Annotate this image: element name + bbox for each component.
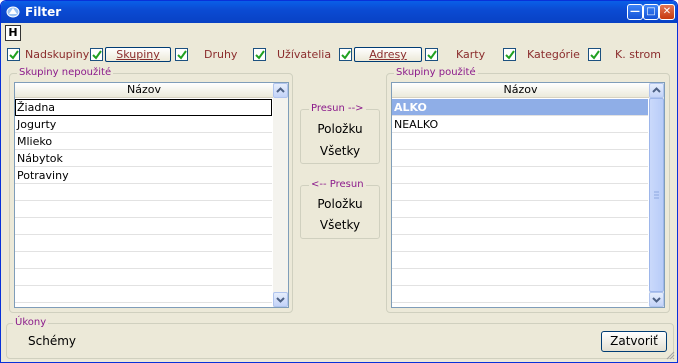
label-k-strom: K. strom <box>615 48 661 61</box>
label-uzivatelia: Užívatelia <box>277 48 332 61</box>
empty-row <box>15 184 272 201</box>
list-item[interactable]: Mlieko <box>15 133 272 150</box>
scroll-up-button[interactable] <box>649 83 664 98</box>
empty-row <box>392 133 648 150</box>
empty-row <box>392 269 648 286</box>
check-icon <box>590 50 600 60</box>
used-groups-list[interactable]: Názov ALKO NEALKO <box>391 82 665 308</box>
close-button[interactable]: Zatvoriť <box>601 331 667 352</box>
chevron-up-icon <box>652 87 661 93</box>
close-window-button[interactable]: ✕ <box>659 4 675 20</box>
used-groups-legend: Skupiny použité <box>394 67 478 78</box>
empty-row <box>15 218 272 235</box>
list-item[interactable]: Potraviny <box>15 167 272 184</box>
empty-row <box>15 201 272 218</box>
empty-row <box>15 269 272 286</box>
unused-groups-legend: Skupiny nepoužité <box>17 67 114 78</box>
scroll-down-button[interactable] <box>273 292 288 307</box>
chevron-down-icon <box>652 297 661 303</box>
empty-row <box>15 252 272 269</box>
list-item[interactable]: ALKO <box>392 99 648 116</box>
checkbox-karty[interactable] <box>425 48 438 61</box>
app-icon <box>6 6 20 18</box>
empty-row <box>15 286 272 303</box>
scroll-up-button[interactable] <box>273 83 288 98</box>
scroll-down-button[interactable] <box>649 292 664 307</box>
move-item-left-button[interactable]: Položku <box>306 197 374 211</box>
checkbox-adresy[interactable] <box>339 48 352 61</box>
label-druhy: Druhy <box>204 48 238 61</box>
empty-row <box>392 218 648 235</box>
move-all-left-button[interactable]: Všetky <box>306 218 374 232</box>
checkbox-kategorie[interactable] <box>503 48 516 61</box>
close-icon: ✕ <box>662 6 672 17</box>
check-icon <box>177 50 187 60</box>
move-right-legend: Presun --> <box>309 103 366 114</box>
checkbox-nadskupiny[interactable] <box>7 48 20 61</box>
adresy-button[interactable]: Adresy <box>354 47 422 62</box>
checkbox-skupiny[interactable] <box>90 48 103 61</box>
actions-panel <box>6 323 674 359</box>
move-left-legend: <-- Presun <box>309 179 366 190</box>
checkbox-druhy[interactable] <box>175 48 188 61</box>
empty-row <box>392 201 648 218</box>
filter-window: Filter — □ ✕ H Nadskupiny Skupiny Druhy … <box>0 0 678 363</box>
empty-row <box>392 286 648 303</box>
maximize-button[interactable]: □ <box>643 4 659 20</box>
column-header-name[interactable]: Názov <box>392 83 649 98</box>
checkbox-k-strom[interactable] <box>588 48 601 61</box>
move-all-right-button[interactable]: Všetky <box>306 144 374 158</box>
empty-row <box>392 167 648 184</box>
check-icon <box>92 50 102 60</box>
minimize-icon: — <box>630 6 640 17</box>
chevron-down-icon <box>276 297 285 303</box>
empty-row <box>392 252 648 269</box>
list-item[interactable]: Jogurty <box>15 116 272 133</box>
right-scrollbar[interactable] <box>649 83 664 307</box>
h-button[interactable]: H <box>5 25 21 41</box>
check-icon <box>427 50 437 60</box>
empty-row <box>15 235 272 252</box>
check-icon <box>341 50 351 60</box>
actions-legend: Úkony <box>13 317 49 328</box>
scroll-thumb[interactable] <box>649 98 664 292</box>
label-nadskupiny: Nadskupiny <box>25 48 90 61</box>
minimize-button[interactable]: — <box>627 4 643 20</box>
unused-groups-list[interactable]: Názov Žiadna Jogurty Mlieko Nábytok Potr… <box>14 82 289 308</box>
list-item[interactable]: NEALKO <box>392 116 648 133</box>
empty-row <box>392 150 648 167</box>
check-icon <box>255 50 265 60</box>
title-bar: Filter — □ ✕ <box>1 1 677 23</box>
schemes-button[interactable]: Schémy <box>28 334 76 348</box>
resize-grip-icon[interactable] <box>665 350 675 360</box>
window-title: Filter <box>25 5 62 19</box>
skupiny-button[interactable]: Skupiny <box>105 47 171 62</box>
maximize-icon: □ <box>646 6 656 17</box>
chevron-up-icon <box>276 87 285 93</box>
move-item-right-button[interactable]: Položku <box>306 122 374 136</box>
list-item[interactable]: Žiadna <box>15 99 272 116</box>
list-item[interactable]: Nábytok <box>15 150 272 167</box>
empty-row <box>392 235 648 252</box>
label-karty: Karty <box>456 48 486 61</box>
column-header-name[interactable]: Názov <box>15 83 273 98</box>
grip-icon <box>654 191 659 199</box>
checkbox-uzivatelia[interactable] <box>253 48 266 61</box>
check-icon <box>505 50 515 60</box>
label-kategorie: Kategórie <box>527 48 580 61</box>
empty-row <box>392 184 648 201</box>
check-icon <box>9 50 19 60</box>
left-scrollbar[interactable] <box>273 83 288 307</box>
